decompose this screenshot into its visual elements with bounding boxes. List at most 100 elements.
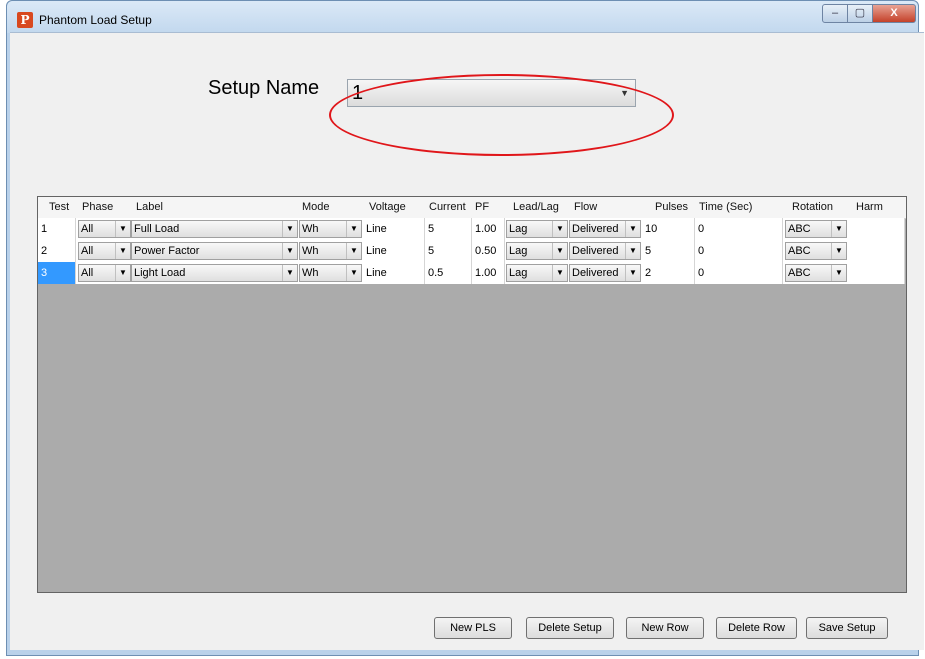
mode-value: Wh — [302, 245, 319, 257]
phase-dropdown[interactable]: All ▼ — [78, 220, 131, 238]
leadlag-value: Lag — [509, 267, 528, 279]
table-row[interactable]: 2 All ▼ Power Factor ▼ Wh ▼ Line 5 0.50 Lag… — [38, 240, 905, 262]
leadlag-dropdown[interactable]: Lag ▼ — [506, 264, 568, 282]
rotation-dropdown[interactable]: ABC ▼ — [785, 264, 847, 282]
voltage-cell[interactable]: Line — [363, 240, 425, 262]
label-value: Power Factor — [134, 245, 200, 257]
rotation-dropdown[interactable]: ABC ▼ — [785, 242, 847, 260]
chevron-down-icon[interactable]: ▼ — [625, 243, 640, 259]
mode-dropdown[interactable]: Wh ▼ — [299, 220, 362, 238]
mode-dropdown[interactable]: Wh ▼ — [299, 242, 362, 260]
delete-setup-button[interactable]: Delete Setup — [526, 617, 614, 639]
chevron-down-icon[interactable]: ▼ — [552, 243, 567, 259]
header-phase[interactable]: Phase — [82, 197, 113, 218]
flow-dropdown[interactable]: Delivered ▼ — [569, 220, 641, 238]
chevron-down-icon[interactable]: ▼ — [282, 243, 297, 259]
rotation-value: ABC — [788, 223, 811, 235]
maximize-button[interactable]: ▢ — [847, 4, 873, 23]
chevron-down-icon[interactable]: ▼ — [282, 265, 297, 281]
label-value: Light Load — [134, 267, 186, 279]
label-dropdown[interactable]: Light Load ▼ — [131, 264, 298, 282]
header-voltage[interactable]: Voltage — [369, 197, 406, 218]
chevron-down-icon[interactable]: ▼ — [346, 243, 361, 259]
chevron-down-icon[interactable]: ▼ — [831, 265, 846, 281]
new-pls-button[interactable]: New PLS — [434, 617, 512, 639]
header-harm[interactable]: Harm — [856, 197, 883, 218]
flow-value: Delivered — [572, 267, 619, 279]
current-cell[interactable]: 0.5 — [425, 262, 472, 284]
rotation-value: ABC — [788, 245, 811, 257]
header-time[interactable]: Time (Sec) — [699, 197, 752, 218]
chevron-down-icon[interactable]: ▼ — [625, 221, 640, 237]
time-cell[interactable]: 0 — [695, 262, 783, 284]
mode-value: Wh — [302, 267, 319, 279]
chevron-down-icon[interactable]: ▼ — [831, 243, 846, 259]
flow-value: Delivered — [572, 223, 619, 235]
header-mode[interactable]: Mode — [302, 197, 330, 218]
header-rotation[interactable]: Rotation — [792, 197, 833, 218]
pulses-cell[interactable]: 2 — [642, 262, 695, 284]
time-cell[interactable]: 0 — [695, 218, 783, 240]
header-flow[interactable]: Flow — [574, 197, 597, 218]
minimize-button[interactable]: – — [822, 4, 848, 23]
chevron-down-icon[interactable]: ▼ — [115, 243, 130, 259]
phase-value: All — [81, 223, 94, 235]
table-row[interactable]: 1 All ▼ Full Load ▼ Wh ▼ Line 5 1.00 Lag ▼ D… — [38, 218, 905, 240]
current-cell[interactable]: 5 — [425, 218, 472, 240]
table-row[interactable]: 3 All ▼ Light Load ▼ Wh ▼ Line 0.5 1.00 Lag… — [38, 262, 905, 284]
rotation-value: ABC — [788, 267, 811, 279]
harm-cell[interactable] — [848, 262, 905, 284]
phase-dropdown[interactable]: All ▼ — [78, 264, 131, 282]
pulses-cell[interactable]: 5 — [642, 240, 695, 262]
setup-name-label: Setup Name — [208, 77, 320, 99]
leadlag-dropdown[interactable]: Lag ▼ — [506, 242, 568, 260]
chevron-down-icon[interactable]: ▼ — [346, 221, 361, 237]
leadlag-dropdown[interactable]: Lag ▼ — [506, 220, 568, 238]
pf-cell[interactable]: 1.00 — [472, 218, 505, 240]
header-current[interactable]: Current — [429, 197, 466, 218]
mode-dropdown[interactable]: Wh ▼ — [299, 264, 362, 282]
header-pulses[interactable]: Pulses — [655, 197, 688, 218]
chevron-down-icon[interactable]: ▼ — [625, 265, 640, 281]
pf-cell[interactable]: 1.00 — [472, 262, 505, 284]
test-cell[interactable]: 1 — [38, 218, 76, 240]
new-row-button[interactable]: New Row — [626, 617, 704, 639]
voltage-cell[interactable]: Line — [363, 262, 425, 284]
phase-dropdown[interactable]: All ▼ — [78, 242, 131, 260]
current-cell[interactable]: 5 — [425, 240, 472, 262]
chevron-down-icon[interactable]: ▼ — [115, 221, 130, 237]
chevron-down-icon[interactable]: ▼ — [346, 265, 361, 281]
time-cell[interactable]: 0 — [695, 240, 783, 262]
chevron-down-icon[interactable]: ▼ — [282, 221, 297, 237]
chevron-down-icon[interactable]: ▼ — [831, 221, 846, 237]
save-setup-button[interactable]: Save Setup — [806, 617, 888, 639]
window-title: Phantom Load Setup — [39, 13, 152, 27]
flow-value: Delivered — [572, 245, 619, 257]
label-dropdown[interactable]: Power Factor ▼ — [131, 242, 298, 260]
header-label[interactable]: Label — [136, 197, 163, 218]
leadlag-value: Lag — [509, 223, 528, 235]
title-bar[interactable]: P Phantom Load Setup – ▢ X — [7, 1, 918, 33]
chevron-down-icon[interactable]: ▼ — [552, 221, 567, 237]
flow-dropdown[interactable]: Delivered ▼ — [569, 242, 641, 260]
rotation-dropdown[interactable]: ABC ▼ — [785, 220, 847, 238]
test-cell[interactable]: 3 — [38, 262, 76, 284]
header-pf[interactable]: PF — [475, 197, 489, 218]
close-button[interactable]: X — [872, 4, 916, 23]
label-dropdown[interactable]: Full Load ▼ — [131, 220, 298, 238]
header-test[interactable]: Test — [49, 197, 69, 218]
voltage-cell[interactable]: Line — [363, 218, 425, 240]
pulses-cell[interactable]: 10 — [642, 218, 695, 240]
label-value: Full Load — [134, 223, 180, 235]
chevron-down-icon[interactable]: ▼ — [115, 265, 130, 281]
delete-row-button[interactable]: Delete Row — [716, 617, 797, 639]
test-cell[interactable]: 2 — [38, 240, 76, 262]
test-grid[interactable]: Test Phase Label Mode Voltage Current PF… — [37, 196, 907, 593]
harm-cell[interactable] — [848, 218, 905, 240]
chevron-down-icon[interactable]: ▼ — [552, 265, 567, 281]
header-leadlag[interactable]: Lead/Lag — [513, 197, 559, 218]
leadlag-value: Lag — [509, 245, 528, 257]
flow-dropdown[interactable]: Delivered ▼ — [569, 264, 641, 282]
pf-cell[interactable]: 0.50 — [472, 240, 505, 262]
harm-cell[interactable] — [848, 240, 905, 262]
